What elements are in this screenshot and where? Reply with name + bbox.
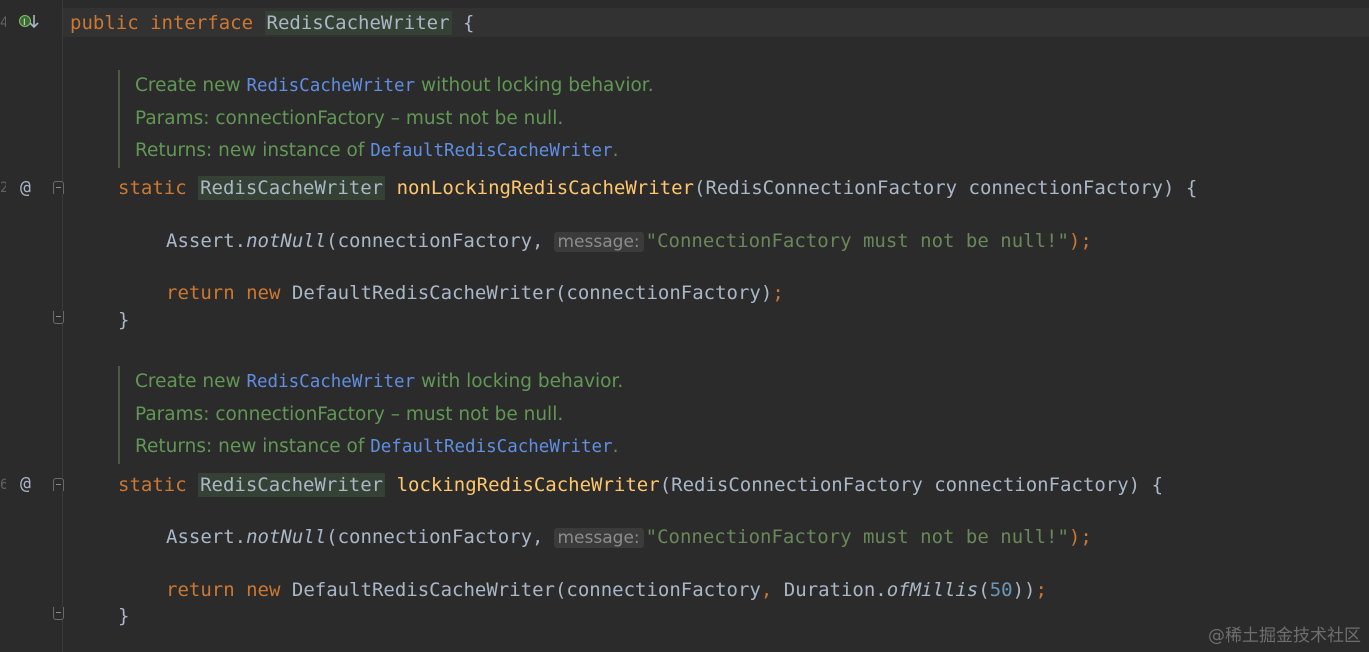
fold-end-icon[interactable] — [53, 607, 64, 620]
line-number: 2 — [0, 180, 6, 196]
code-line-method-signature[interactable]: static RedisCacheWriter nonLockingRedisC… — [118, 176, 1197, 200]
svg-text:I: I — [23, 18, 26, 28]
keyword: interface — [150, 12, 254, 34]
parameter-hint: message: — [553, 232, 644, 252]
javadoc-block: Create new RedisCacheWriter with locking… — [118, 366, 623, 464]
doc-summary: Create new RedisCacheWriter with locking… — [135, 371, 624, 392]
method-name: nonLockingRedisCacheWriter — [396, 177, 694, 199]
editor-gutter: 4 2 6 I @ @ — [0, 0, 64, 652]
doc-params: Params: connectionFactory – must not be … — [135, 107, 564, 129]
return-type: RedisCacheWriter — [198, 176, 386, 200]
return-type: RedisCacheWriter — [198, 473, 386, 497]
string-literal: "ConnectionFactory must not be null!" — [645, 230, 1069, 252]
code-line-interface[interactable]: public interface RedisCacheWriter { — [70, 11, 474, 35]
keyword: static — [118, 177, 187, 199]
static-call: ofMillis — [886, 579, 979, 601]
fold-start-icon[interactable] — [53, 478, 64, 491]
doc-params: Params: connectionFactory – must not be … — [135, 403, 564, 425]
doc-summary: Create new RedisCacheWriter without lock… — [135, 75, 654, 96]
static-call: notNull — [246, 230, 327, 252]
method-name: lockingRedisCacheWriter — [396, 474, 660, 496]
code-line-close-brace[interactable]: } — [118, 308, 129, 332]
method-params: (RedisConnectionFactory connectionFactor… — [659, 474, 1164, 496]
override-marker-icon[interactable]: @ — [20, 474, 31, 494]
brace: { — [462, 12, 475, 34]
doc-link[interactable]: RedisCacheWriter — [246, 76, 415, 96]
javadoc-block: Create new RedisCacheWriter without lock… — [118, 70, 654, 168]
fold-start-icon[interactable] — [53, 181, 64, 194]
doc-link[interactable]: DefaultRedisCacheWriter — [370, 437, 612, 457]
number-literal: 50 — [989, 579, 1013, 601]
method-params: (RedisConnectionFactory connectionFactor… — [694, 177, 1198, 199]
line-number: 6 — [0, 477, 6, 493]
static-call: notNull — [246, 526, 327, 548]
implemented-interface-icon[interactable]: I — [18, 12, 40, 37]
keyword: static — [118, 474, 187, 496]
code-line-assert[interactable]: Assert.notNull(connectionFactory, message… — [166, 525, 1092, 549]
code-line-return[interactable]: return new DefaultRedisCacheWriter(conne… — [166, 578, 1047, 602]
code-line-assert[interactable]: Assert.notNull(connectionFactory, message… — [166, 229, 1092, 253]
keyword: public — [70, 12, 139, 34]
doc-link[interactable]: DefaultRedisCacheWriter — [370, 141, 612, 161]
override-marker-icon[interactable]: @ — [20, 178, 31, 198]
string-literal: "ConnectionFactory must not be null!" — [645, 526, 1069, 548]
code-line-method-signature[interactable]: static RedisCacheWriter lockingRedisCach… — [118, 473, 1163, 497]
code-line-close-brace[interactable]: } — [118, 604, 129, 628]
interface-name: RedisCacheWriter — [264, 11, 452, 35]
doc-returns: Returns: new instance of DefaultRedisCac… — [135, 436, 619, 457]
watermark: @稀土掘金技术社区 — [1208, 626, 1361, 646]
fold-end-icon[interactable] — [53, 311, 64, 324]
code-line-return[interactable]: return new DefaultRedisCacheWriter(conne… — [166, 281, 784, 305]
parameter-hint: message: — [553, 528, 644, 548]
line-number: 4 — [0, 15, 6, 31]
doc-link[interactable]: RedisCacheWriter — [246, 372, 415, 392]
doc-returns: Returns: new instance of DefaultRedisCac… — [135, 140, 619, 161]
